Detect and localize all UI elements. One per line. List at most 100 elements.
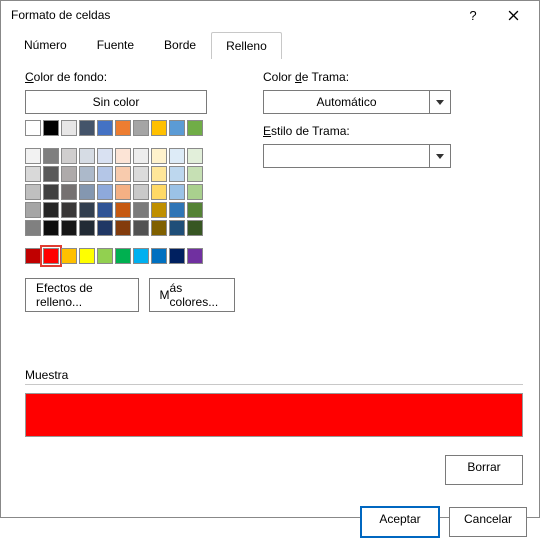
color-swatch[interactable] (61, 202, 77, 218)
color-swatch[interactable] (187, 202, 203, 218)
tab-border[interactable]: Borde (149, 31, 211, 58)
close-icon (508, 10, 519, 21)
color-swatch[interactable] (115, 202, 131, 218)
background-color-section: Color de fondo: Sin color Efectos de rel… (25, 68, 235, 312)
ok-button[interactable]: Aceptar (361, 507, 439, 537)
color-swatch[interactable] (187, 184, 203, 200)
tab-font[interactable]: Fuente (82, 31, 149, 58)
color-swatch[interactable] (25, 202, 41, 218)
clear-button[interactable]: Borrar (445, 455, 523, 485)
tab-content: Color de fondo: Sin color Efectos de rel… (1, 58, 539, 485)
color-swatch[interactable] (61, 120, 77, 136)
color-palette (25, 120, 235, 264)
pattern-color-combo[interactable]: Automático (263, 90, 451, 114)
color-swatch[interactable] (151, 166, 167, 182)
color-swatch[interactable] (79, 166, 95, 182)
pattern-style-label: Estilo de Trama: (263, 124, 523, 138)
color-swatch[interactable] (151, 148, 167, 164)
fill-effects-button[interactable]: Efectos de relleno... (25, 278, 139, 312)
color-swatch[interactable] (25, 184, 41, 200)
background-color-label: Color de fondo: (25, 70, 235, 84)
dialog-buttons: Aceptar Cancelar (1, 497, 539, 549)
color-swatch[interactable] (61, 184, 77, 200)
color-swatch[interactable] (97, 148, 113, 164)
color-swatch[interactable] (133, 148, 149, 164)
close-button[interactable] (493, 1, 533, 29)
color-swatch[interactable] (115, 220, 131, 236)
color-swatch[interactable] (151, 120, 167, 136)
color-swatch[interactable] (115, 148, 131, 164)
color-swatch[interactable] (169, 248, 185, 264)
color-swatch[interactable] (25, 120, 41, 136)
color-swatch[interactable] (97, 202, 113, 218)
color-swatch[interactable] (169, 220, 185, 236)
color-swatch[interactable] (187, 248, 203, 264)
pattern-style-combo[interactable] (263, 144, 451, 168)
color-swatch[interactable] (43, 248, 59, 264)
color-swatch[interactable] (97, 166, 113, 182)
color-swatch[interactable] (61, 220, 77, 236)
color-swatch[interactable] (169, 148, 185, 164)
color-swatch[interactable] (25, 166, 41, 182)
color-swatch[interactable] (43, 120, 59, 136)
color-swatch[interactable] (151, 202, 167, 218)
tab-number[interactable]: Número (9, 31, 82, 58)
color-swatch[interactable] (115, 120, 131, 136)
tab-fill[interactable]: Relleno (211, 32, 282, 59)
chevron-down-icon (429, 91, 450, 113)
color-swatch[interactable] (187, 120, 203, 136)
color-swatch[interactable] (61, 248, 77, 264)
color-swatch[interactable] (169, 202, 185, 218)
color-swatch[interactable] (133, 166, 149, 182)
color-swatch[interactable] (151, 248, 167, 264)
color-swatch[interactable] (43, 148, 59, 164)
sample-section: Muestra (25, 368, 523, 437)
color-swatch[interactable] (25, 148, 41, 164)
color-swatch[interactable] (133, 248, 149, 264)
color-swatch[interactable] (61, 148, 77, 164)
window-title: Formato de celdas (11, 8, 453, 22)
help-button[interactable]: ? (453, 1, 493, 29)
color-swatch[interactable] (25, 248, 41, 264)
color-swatch[interactable] (133, 120, 149, 136)
color-swatch[interactable] (25, 220, 41, 236)
color-swatch[interactable] (151, 184, 167, 200)
color-swatch[interactable] (79, 248, 95, 264)
sample-label: Muestra (25, 368, 523, 382)
color-swatch[interactable] (79, 220, 95, 236)
color-swatch[interactable] (169, 166, 185, 182)
color-swatch[interactable] (97, 248, 113, 264)
pattern-section: Color de Trama: Automático Estilo de Tra… (263, 68, 523, 312)
color-swatch[interactable] (187, 220, 203, 236)
color-swatch[interactable] (79, 202, 95, 218)
color-swatch[interactable] (187, 166, 203, 182)
color-swatch[interactable] (79, 120, 95, 136)
pattern-color-label: Color de Trama: (263, 70, 523, 84)
color-swatch[interactable] (169, 184, 185, 200)
color-swatch[interactable] (133, 184, 149, 200)
no-color-button[interactable]: Sin color (25, 90, 207, 114)
color-swatch[interactable] (43, 166, 59, 182)
tab-bar: Número Fuente Borde Relleno (1, 31, 539, 58)
color-swatch[interactable] (133, 202, 149, 218)
more-colors-button[interactable]: Más colores... (149, 278, 235, 312)
color-swatch[interactable] (61, 166, 77, 182)
color-swatch[interactable] (79, 184, 95, 200)
color-swatch[interactable] (187, 148, 203, 164)
color-swatch[interactable] (115, 248, 131, 264)
color-swatch[interactable] (169, 120, 185, 136)
pattern-color-value: Automático (264, 95, 429, 109)
color-swatch[interactable] (115, 184, 131, 200)
format-cells-dialog: Formato de celdas ? Número Fuente Borde … (0, 0, 540, 518)
color-swatch[interactable] (115, 166, 131, 182)
color-swatch[interactable] (43, 184, 59, 200)
color-swatch[interactable] (43, 202, 59, 218)
color-swatch[interactable] (97, 220, 113, 236)
color-swatch[interactable] (79, 148, 95, 164)
color-swatch[interactable] (133, 220, 149, 236)
color-swatch[interactable] (97, 120, 113, 136)
color-swatch[interactable] (97, 184, 113, 200)
color-swatch[interactable] (151, 220, 167, 236)
cancel-button[interactable]: Cancelar (449, 507, 527, 537)
color-swatch[interactable] (43, 220, 59, 236)
